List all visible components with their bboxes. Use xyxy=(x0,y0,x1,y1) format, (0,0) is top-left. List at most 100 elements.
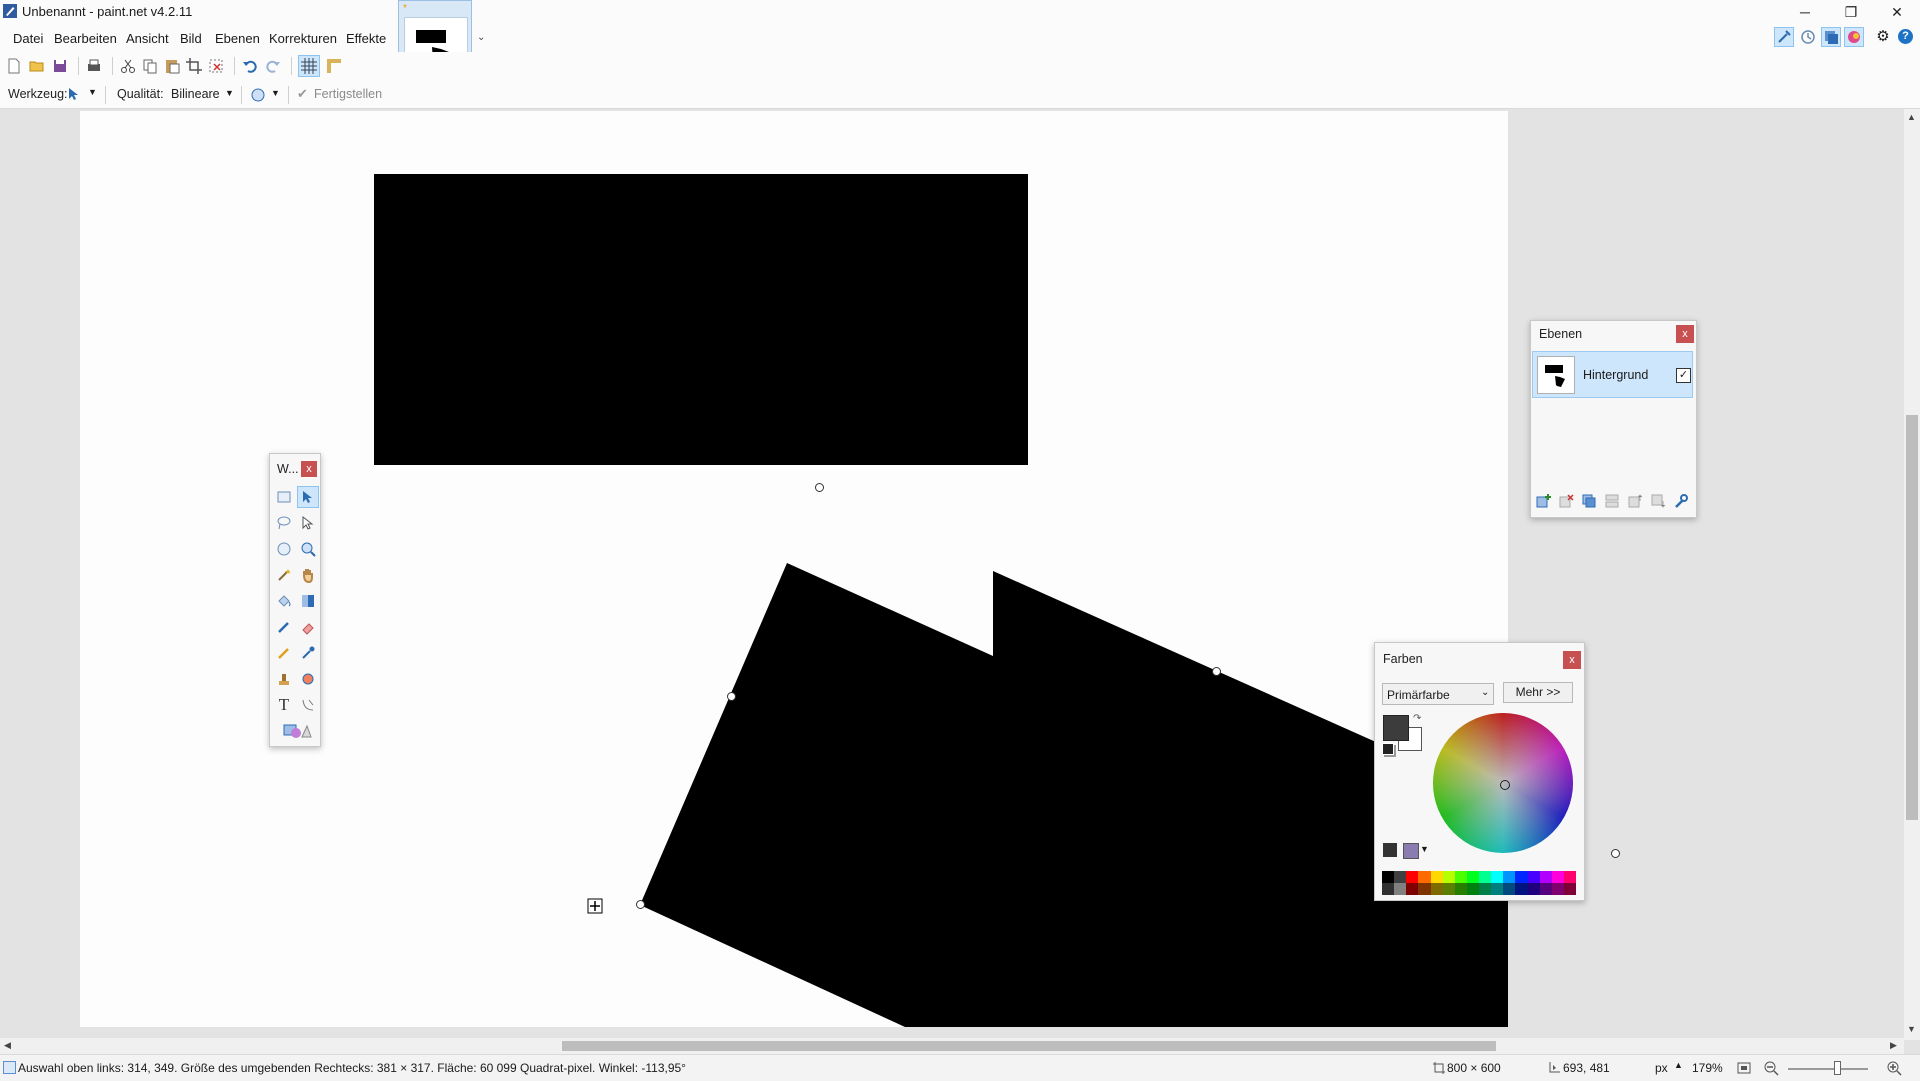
menu-datei[interactable]: Datei xyxy=(8,30,48,47)
quality-select[interactable]: Bilineare xyxy=(171,87,220,101)
quality-dropdown-icon[interactable]: ▼ xyxy=(225,88,234,98)
scroll-right-icon[interactable]: ▶ xyxy=(1890,1040,1897,1051)
menu-bearbeiten[interactable]: Bearbeiten xyxy=(49,30,122,47)
tool-dropdown-icon[interactable]: ▼ xyxy=(88,87,97,97)
selection-handle-left[interactable] xyxy=(727,692,736,701)
paintbrush-tool-icon[interactable] xyxy=(273,616,295,638)
delete-layer-icon[interactable] xyxy=(1558,493,1574,509)
zoom-level[interactable]: 179% xyxy=(1692,1061,1723,1075)
gradient-tool-icon[interactable] xyxy=(297,590,319,612)
shapes-tool-icon[interactable] xyxy=(281,720,313,742)
move-selection-tool-icon[interactable] xyxy=(297,512,319,534)
menu-ebenen[interactable]: Ebenen xyxy=(210,30,265,47)
palette-menu-icon[interactable] xyxy=(1403,843,1419,859)
zoom-in-icon[interactable] xyxy=(1886,1060,1902,1076)
move-layer-up-icon[interactable] xyxy=(1627,493,1643,509)
crop-to-selection-icon[interactable] xyxy=(184,56,204,76)
layer-properties-icon[interactable] xyxy=(1673,493,1689,509)
layers-window-close-button[interactable]: x xyxy=(1676,325,1694,343)
cut-icon[interactable] xyxy=(118,56,138,76)
selection-handle-top[interactable] xyxy=(1212,667,1221,676)
duplicate-layer-icon[interactable] xyxy=(1581,493,1597,509)
layer-visibility-checkbox[interactable]: ✓ xyxy=(1676,368,1691,383)
pan-tool-icon[interactable] xyxy=(297,564,319,586)
new-file-icon[interactable] xyxy=(4,56,24,76)
rectangle-select-tool-icon[interactable] xyxy=(273,486,295,508)
layers-window-toggle-icon[interactable] xyxy=(1821,27,1841,47)
reset-colors-icon[interactable] xyxy=(1382,743,1394,755)
menu-ansicht[interactable]: Ansicht xyxy=(121,30,174,47)
open-folder-icon[interactable] xyxy=(27,56,47,76)
vertical-scroll-thumb[interactable] xyxy=(1906,415,1918,820)
menu-korrekturen[interactable]: Korrekturen xyxy=(264,30,342,47)
scroll-down-icon[interactable]: ▼ xyxy=(1907,1024,1916,1034)
selection-mode-dropdown-icon[interactable]: ▼ xyxy=(271,88,280,98)
scroll-left-icon[interactable]: ◀ xyxy=(4,1040,11,1051)
colors-window-close-button[interactable]: x xyxy=(1563,651,1581,669)
color-wheel[interactable] xyxy=(1433,713,1573,853)
copy-icon[interactable] xyxy=(140,56,160,76)
minimize-button[interactable]: ─ xyxy=(1782,0,1828,24)
pixel-grid-icon[interactable] xyxy=(298,55,320,77)
paste-icon[interactable] xyxy=(162,56,182,76)
line-curve-tool-icon[interactable] xyxy=(297,694,319,716)
add-layer-icon[interactable] xyxy=(1535,493,1551,509)
settings-gear-icon[interactable]: ⚙ xyxy=(1873,27,1893,47)
maximize-button[interactable]: ❐ xyxy=(1828,0,1874,24)
menu-bild[interactable]: Bild xyxy=(175,30,207,47)
more-colors-button[interactable]: Mehr >> xyxy=(1503,682,1573,703)
menu-effekte[interactable]: Effekte xyxy=(341,30,391,47)
color-mode-select[interactable]: Primärfarbe ⌄ xyxy=(1382,683,1494,705)
horizontal-scroll-thumb[interactable] xyxy=(562,1041,1496,1051)
colors-window-toggle-icon[interactable] xyxy=(1844,27,1864,47)
primary-color-swatch[interactable] xyxy=(1383,715,1409,741)
layer-row[interactable]: Hintergrund ✓ xyxy=(1532,351,1693,398)
rotation-handle[interactable] xyxy=(815,483,824,492)
tab-dropdown-icon[interactable]: ⌄ xyxy=(477,32,485,43)
save-icon[interactable] xyxy=(50,56,70,76)
move-selected-pixels-icon[interactable] xyxy=(66,86,82,102)
zoom-out-icon[interactable] xyxy=(1763,1060,1779,1076)
zoom-tool-icon[interactable] xyxy=(297,538,319,560)
rulers-icon[interactable] xyxy=(324,56,344,76)
close-button[interactable]: ✕ xyxy=(1874,0,1920,24)
color-wheel-picker[interactable] xyxy=(1500,780,1510,790)
help-icon[interactable]: ? xyxy=(1898,29,1913,44)
selection-handle-corner[interactable] xyxy=(636,900,645,909)
unit-dropdown-icon[interactable]: ▲ xyxy=(1674,1060,1683,1070)
ellipse-select-tool-icon[interactable] xyxy=(273,538,295,560)
color-palette[interactable] xyxy=(1382,871,1576,895)
palette-dropdown-icon[interactable]: ▼ xyxy=(1420,844,1429,854)
selection-mode-icon[interactable] xyxy=(250,87,266,103)
eraser-tool-icon[interactable] xyxy=(297,616,319,638)
move-layer-down-icon[interactable] xyxy=(1650,493,1666,509)
scroll-up-icon[interactable]: ▲ xyxy=(1907,112,1916,122)
print-icon[interactable] xyxy=(84,56,104,76)
palette-add-color-icon[interactable] xyxy=(1383,843,1397,857)
zoom-slider-track[interactable] xyxy=(1788,1068,1868,1070)
magic-wand-tool-icon[interactable] xyxy=(273,564,295,586)
move-selected-pixels-tool-icon[interactable] xyxy=(297,486,319,508)
finish-button[interactable]: Fertigstellen xyxy=(314,87,382,101)
zoom-to-window-icon[interactable] xyxy=(1736,1060,1752,1076)
deselect-icon[interactable] xyxy=(206,56,226,76)
color-picker-tool-icon[interactable] xyxy=(297,642,319,664)
selection-handle-right[interactable] xyxy=(1611,849,1620,858)
tools-window-title: W... xyxy=(277,462,299,476)
paint-bucket-tool-icon[interactable] xyxy=(273,590,295,612)
pencil-tool-icon[interactable] xyxy=(273,642,295,664)
text-tool-icon[interactable]: T xyxy=(273,694,295,716)
layer-name: Hintergrund xyxy=(1583,368,1649,382)
lasso-select-tool-icon[interactable] xyxy=(273,512,295,534)
undo-icon[interactable] xyxy=(240,56,260,76)
clone-stamp-tool-icon[interactable] xyxy=(273,668,295,690)
tools-window-toggle-icon[interactable] xyxy=(1774,27,1794,47)
tools-window-close-button[interactable]: x xyxy=(301,461,317,477)
history-icon[interactable] xyxy=(1798,27,1818,47)
swap-colors-icon[interactable]: ↷ xyxy=(1413,713,1421,724)
recolor-tool-icon[interactable] xyxy=(297,668,319,690)
unit-select[interactable]: px xyxy=(1655,1061,1668,1075)
merge-layer-down-icon[interactable] xyxy=(1604,493,1620,509)
zoom-slider-thumb[interactable] xyxy=(1834,1061,1841,1075)
redo-icon[interactable] xyxy=(263,56,283,76)
